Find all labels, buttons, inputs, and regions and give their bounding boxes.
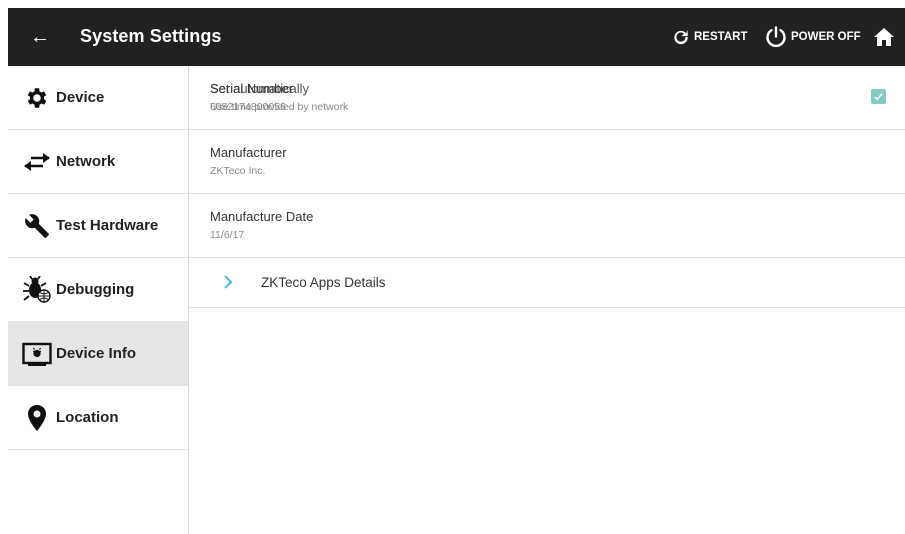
sidebar-item-label: Location xyxy=(56,409,119,426)
sidebar-item-label: Device Info xyxy=(56,345,137,362)
sidebar-item-label: Device xyxy=(56,89,105,106)
network-time-summary: Use time provided by network xyxy=(210,101,349,113)
manufacturer-row[interactable]: Manufacturer ZKTeco Inc. xyxy=(189,130,905,194)
location-pin-icon xyxy=(22,404,52,432)
check-icon xyxy=(874,93,883,101)
settings-content: Serial Number Set automatically 60521748… xyxy=(189,66,905,534)
sidebar-item-test-hardware[interactable]: Test Hardware xyxy=(8,194,188,258)
sidebar-item-label: Network xyxy=(56,153,116,170)
device-screen-icon xyxy=(22,340,52,368)
sidebar-item-network[interactable]: Network xyxy=(8,130,188,194)
apps-details-label: ZKTeco Apps Details xyxy=(261,275,386,290)
power-off-label: POWER OFF xyxy=(791,31,861,43)
sidebar: Device Network Test Hardware Debugging D… xyxy=(8,66,189,534)
home-icon xyxy=(874,28,894,46)
sidebar-item-label: Test Hardware xyxy=(56,217,159,234)
power-icon xyxy=(766,26,786,48)
serial-number-row[interactable]: Serial Number Set automatically 60521748… xyxy=(189,66,905,130)
manufacturer-value: ZKTeco Inc. xyxy=(210,165,266,177)
chevron-right-icon xyxy=(224,275,233,289)
manufacture-date-row[interactable]: Manufacture Date 11/6/17 xyxy=(189,194,905,258)
wrench-icon xyxy=(22,212,52,240)
sidebar-item-device[interactable]: Device xyxy=(8,66,188,130)
swap-arrows-icon xyxy=(22,148,52,176)
auto-checkbox[interactable] xyxy=(871,89,886,104)
restart-button[interactable]: RESTART xyxy=(671,22,747,52)
apps-details-row[interactable]: ZKTeco Apps Details xyxy=(189,258,905,308)
auto-setting-label: Set automatically xyxy=(210,81,309,96)
bug-icon xyxy=(22,276,52,304)
gear-icon xyxy=(22,84,52,112)
sidebar-item-label: Debugging xyxy=(56,281,135,298)
sidebar-item-device-info[interactable]: Device Info xyxy=(8,322,188,386)
restart-label: RESTART xyxy=(694,31,748,43)
manufacture-date-value: 11/6/17 xyxy=(210,229,245,241)
power-off-button[interactable]: POWER OFF xyxy=(764,22,861,52)
sidebar-item-debugging[interactable]: Debugging xyxy=(8,258,188,322)
sidebar-item-location[interactable]: Location xyxy=(8,386,188,450)
page-title: System Settings xyxy=(80,26,222,46)
home-button[interactable] xyxy=(872,22,900,52)
arrow-back-icon: ← xyxy=(30,25,50,48)
manufacturer-title: Manufacturer xyxy=(210,145,287,160)
back-button[interactable]: ← xyxy=(26,23,54,51)
restart-icon xyxy=(674,30,688,45)
app-bar: ← System Settings RESTART POWER OFF xyxy=(8,8,905,66)
manufacture-date-title: Manufacture Date xyxy=(210,209,314,224)
